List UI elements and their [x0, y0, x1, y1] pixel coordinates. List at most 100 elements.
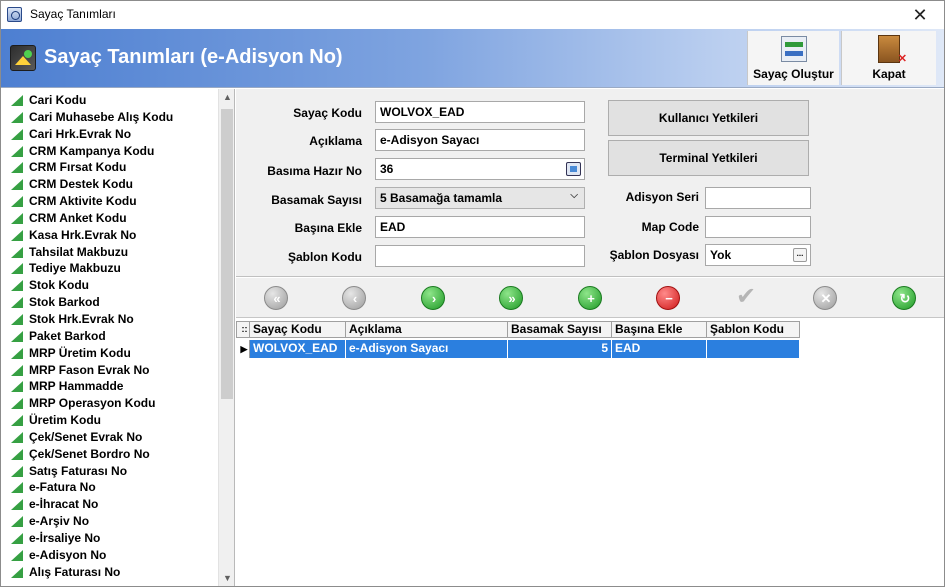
exit-door-icon: [878, 35, 907, 65]
sablon-kodu-label: Şablon Kodu: [288, 250, 362, 264]
sidebar-item-label: Stok Hrk.Evrak No: [29, 311, 134, 326]
sidebar-item[interactable]: Tahsilat Makbuzu: [2, 244, 217, 261]
delete-record-button[interactable]: −: [656, 286, 680, 310]
sidebar-item[interactable]: Çek/Senet Evrak No: [2, 429, 217, 446]
sidebar-item-label: MRP Operasyon Kodu: [29, 396, 156, 411]
sidebar-item-label: MRP Fason Evrak No: [29, 362, 150, 377]
sidebar-item[interactable]: Stok Hrk.Evrak No: [2, 311, 217, 328]
counter-node-icon: [11, 212, 23, 224]
sidebar-item[interactable]: Tediye Makbuzu: [2, 260, 217, 277]
sidebar-item[interactable]: MRP Fason Evrak No: [2, 362, 217, 379]
map-code-label: Map Code: [641, 220, 699, 234]
create-counter-button[interactable]: Sayaç Oluştur: [747, 31, 839, 85]
cell-sablon-kodu[interactable]: [707, 340, 800, 358]
counter-node-icon: [11, 111, 23, 123]
sidebar-item[interactable]: Alış Faturası No: [2, 564, 217, 581]
terminal-yetkileri-button[interactable]: Terminal Yetkileri: [608, 140, 809, 176]
sidebar-item-label: e-İrsaliye No: [29, 530, 101, 545]
sidebar-item[interactable]: e-İhracat No: [2, 496, 217, 513]
sidebar-item-label: Alış Faturası No: [29, 564, 121, 579]
map-code-input[interactable]: [705, 216, 811, 238]
post-check-icon[interactable]: ✔: [731, 284, 761, 310]
sidebar-item[interactable]: Cari Kodu: [2, 92, 217, 109]
column-header-aciklama[interactable]: Açıklama: [346, 321, 508, 338]
sidebar-item[interactable]: Cari Hrk.Evrak No: [2, 126, 217, 143]
sablon-kodu-input[interactable]: [375, 245, 585, 267]
sidebar-item[interactable]: e-İrsaliye No: [2, 530, 217, 547]
sidebar-item-label: e-Fatura No: [29, 480, 96, 495]
sidebar-item[interactable]: MRP Hammadde: [2, 378, 217, 395]
sidebar-item[interactable]: Üretim Kodu: [2, 412, 217, 429]
basina-ekle-input[interactable]: EAD: [375, 216, 585, 238]
scrollbar-thumb[interactable]: [221, 109, 233, 399]
sidebar-item[interactable]: Stok Barkod: [2, 294, 217, 311]
column-header-basina-ekle[interactable]: Başına Ekle: [612, 321, 707, 338]
column-header-basamak-sayisi[interactable]: Basamak Sayısı: [508, 321, 612, 338]
window-close-button[interactable]: ✕: [900, 1, 940, 29]
cell-basina-ekle[interactable]: EAD: [612, 340, 707, 358]
cancel-edit-icon: ✕: [820, 291, 832, 306]
sidebar-item[interactable]: CRM Kampanya Kodu: [2, 143, 217, 160]
cell-aciklama[interactable]: e-Adisyon Sayacı: [346, 340, 508, 358]
counter-node-icon: [11, 431, 23, 443]
sidebar-item-label: Çek/Senet Bordro No: [29, 446, 150, 461]
sidebar-item-label: e-Arşiv No: [29, 514, 90, 529]
counter-type-tree: Cari Kodu Cari Muhasebe Alış Kodu Cari Hrk…: [2, 89, 235, 586]
table-row[interactable]: ▶ WOLVOX_EAD e-Adisyon Sayacı 5 EAD: [236, 340, 800, 358]
cell-sayac-kodu[interactable]: WOLVOX_EAD: [250, 340, 346, 358]
sidebar-item[interactable]: e-Fatura No: [2, 479, 217, 496]
cell-basamak-sayisi[interactable]: 5: [508, 340, 612, 358]
counter-definitions-icon: [10, 45, 36, 71]
aciklama-input[interactable]: e-Adisyon Sayacı: [375, 129, 585, 151]
last-record-button[interactable]: »: [499, 286, 523, 310]
sidebar-item[interactable]: Paket Barkod: [2, 328, 217, 345]
sidebar-scrollbar[interactable]: ▲ ▼: [218, 89, 234, 586]
counter-node-icon: [11, 280, 23, 292]
number-picker-icon[interactable]: [566, 162, 581, 176]
sidebar-item-label: CRM Fırsat Kodu: [29, 160, 127, 175]
sablon-dosyasi-value: Yok: [710, 248, 732, 262]
next-record-icon: ›: [431, 291, 437, 306]
close-button[interactable]: Kapat: [841, 31, 936, 85]
browse-file-button[interactable]: ...: [793, 248, 807, 262]
basamak-sayisi-label: Basamak Sayısı: [271, 193, 362, 207]
scroll-down-arrow-icon[interactable]: ▼: [219, 570, 234, 586]
scroll-up-arrow-icon[interactable]: ▲: [219, 89, 234, 106]
counter-node-icon: [11, 499, 23, 511]
sidebar-item[interactable]: CRM Fırsat Kodu: [2, 159, 217, 176]
basima-hazir-no-input[interactable]: 36: [375, 158, 585, 180]
cancel-edit-button[interactable]: ✕: [813, 286, 837, 310]
sidebar-item[interactable]: CRM Destek Kodu: [2, 176, 217, 193]
first-record-icon: «: [273, 291, 281, 306]
sidebar-item[interactable]: CRM Aktivite Kodu: [2, 193, 217, 210]
kullanici-yetkileri-button[interactable]: Kullanıcı Yetkileri: [608, 100, 809, 136]
sidebar-item-label: MRP Hammadde: [29, 379, 124, 394]
column-header-sablon-kodu[interactable]: Şablon Kodu: [707, 321, 800, 338]
sidebar-item[interactable]: e-Adisyon No: [2, 547, 217, 564]
counter-node-icon: [11, 381, 23, 393]
sidebar-item[interactable]: Satış Faturası No: [2, 463, 217, 480]
counter-node-icon: [11, 347, 23, 359]
previous-record-icon: ‹: [352, 291, 358, 306]
sidebar-item[interactable]: CRM Anket Kodu: [2, 210, 217, 227]
sayac-kodu-input[interactable]: WOLVOX_EAD: [375, 101, 585, 123]
sidebar-item[interactable]: Cari Muhasebe Alış Kodu: [2, 109, 217, 126]
sidebar-item[interactable]: MRP Üretim Kodu: [2, 345, 217, 362]
sidebar-item-label: Çek/Senet Evrak No: [29, 429, 143, 444]
sidebar-item[interactable]: Çek/Senet Bordro No: [2, 446, 217, 463]
column-header-sayac-kodu[interactable]: Sayaç Kodu: [250, 321, 346, 338]
adisyon-seri-input[interactable]: [705, 187, 811, 209]
sablon-dosyasi-input[interactable]: Yok ...: [705, 244, 811, 266]
sidebar-item[interactable]: MRP Operasyon Kodu: [2, 395, 217, 412]
add-record-button[interactable]: +: [578, 286, 602, 310]
basamak-sayisi-select[interactable]: 5 Basamağa tamamla ⌵: [375, 187, 585, 209]
sidebar-item-label: e-Adisyon No: [29, 547, 107, 562]
sidebar-item[interactable]: Stok Kodu: [2, 277, 217, 294]
grid-header-row: :: Sayaç Kodu Açıklama Basamak Sayısı Ba…: [236, 321, 800, 338]
refresh-button[interactable]: ↻: [892, 286, 916, 310]
previous-record-button[interactable]: ‹: [342, 286, 366, 310]
sidebar-item[interactable]: Kasa Hrk.Evrak No: [2, 227, 217, 244]
next-record-button[interactable]: ›: [421, 286, 445, 310]
sidebar-item[interactable]: e-Arşiv No: [2, 513, 217, 530]
first-record-button[interactable]: «: [264, 286, 288, 310]
